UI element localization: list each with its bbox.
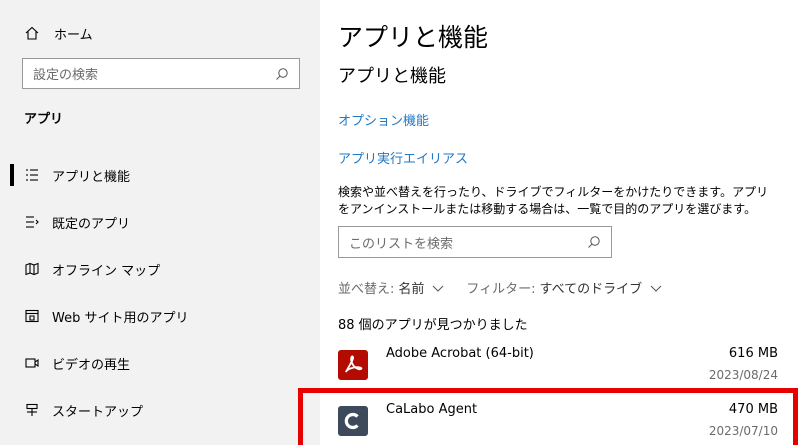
search-icon[interactable] [275, 67, 289, 81]
settings-search-input[interactable]: 設定の検索 [22, 58, 300, 89]
app-list-search-input[interactable]: このリストを検索 [338, 226, 612, 258]
home-label: ホーム [54, 27, 93, 43]
sort-label: 並べ替え: [338, 282, 395, 297]
sidebar-item-apps-features[interactable]: アプリと機能 [0, 156, 320, 192]
sort-dropdown[interactable]: 並べ替え: 名前 [338, 278, 444, 297]
adobe-acrobat-icon [338, 350, 368, 380]
section-label-apps: アプリ [24, 112, 64, 127]
startup-icon [24, 402, 40, 418]
active-indicator [10, 164, 14, 186]
sidebar-item-video-playback[interactable]: ビデオの再生 [0, 344, 320, 380]
sidebar-item-label: 既定のアプリ [52, 217, 131, 232]
sidebar-item-label: オフライン マップ [52, 264, 161, 279]
sidebar-item-label: Web サイト用のアプリ [52, 311, 189, 326]
app-date: 2023/08/24 [708, 368, 778, 382]
app-list-item[interactable]: Adobe Acrobat (64-bit) 616 MB 2023/08/24 [320, 340, 798, 392]
optional-features-link[interactable]: オプション機能 [338, 110, 429, 129]
app-count-text: 88 個のアプリが見つかりました [338, 318, 528, 333]
sidebar-item-apps-for-websites[interactable]: Web サイト用のアプリ [0, 297, 320, 333]
sidebar-item-startup[interactable]: スタートアップ [0, 391, 320, 427]
page-title: アプリと機能 [338, 23, 489, 52]
sidebar-item-offline-maps[interactable]: オフライン マップ [0, 250, 320, 286]
filter-value: すべてのドライブ [539, 282, 643, 297]
offline-maps-icon [24, 261, 40, 277]
app-execution-aliases-link[interactable]: アプリ実行エイリアス [338, 148, 468, 167]
chevron-down-icon [432, 282, 444, 294]
section-title: アプリと機能 [338, 66, 446, 87]
sidebar: ホーム 設定の検索 アプリ アプリと機能 既定のアプリ オフライン マップ We… [0, 0, 320, 445]
home-icon [24, 25, 40, 41]
selection-highlight-box [298, 388, 798, 445]
apps-features-icon [24, 167, 40, 183]
sidebar-item-label: アプリと機能 [52, 170, 131, 185]
chevron-down-icon [650, 282, 662, 294]
sidebar-item-label: ビデオの再生 [52, 358, 131, 373]
sort-filter-row: 並べ替え: 名前 フィルター: すべてのドライブ [338, 278, 662, 297]
description-text: 検索や並べ替えを行ったり、ドライブでフィルターをかけたりできます。アプリをアンイ… [338, 185, 769, 216]
main-pane: アプリと機能 アプリと機能 オプション機能 アプリ実行エイリアス 検索や並べ替え… [320, 0, 798, 445]
default-apps-icon [24, 214, 40, 230]
video-playback-icon [24, 355, 40, 371]
sidebar-item-default-apps[interactable]: 既定のアプリ [0, 203, 320, 239]
app-name: Adobe Acrobat (64-bit) [386, 346, 534, 361]
app-list-search-placeholder: このリストを検索 [349, 236, 454, 252]
sidebar-item-label: スタートアップ [52, 405, 144, 420]
sort-value: 名前 [398, 282, 425, 297]
apps-for-websites-icon [24, 308, 40, 324]
filter-dropdown[interactable]: フィルター: すべてのドライブ [466, 278, 662, 297]
settings-search-placeholder: 設定の検索 [33, 68, 99, 83]
search-icon[interactable] [587, 235, 601, 249]
app-size: 616 MB [728, 346, 778, 361]
home-link[interactable]: ホーム [24, 22, 93, 44]
filter-label: フィルター: [466, 282, 536, 297]
